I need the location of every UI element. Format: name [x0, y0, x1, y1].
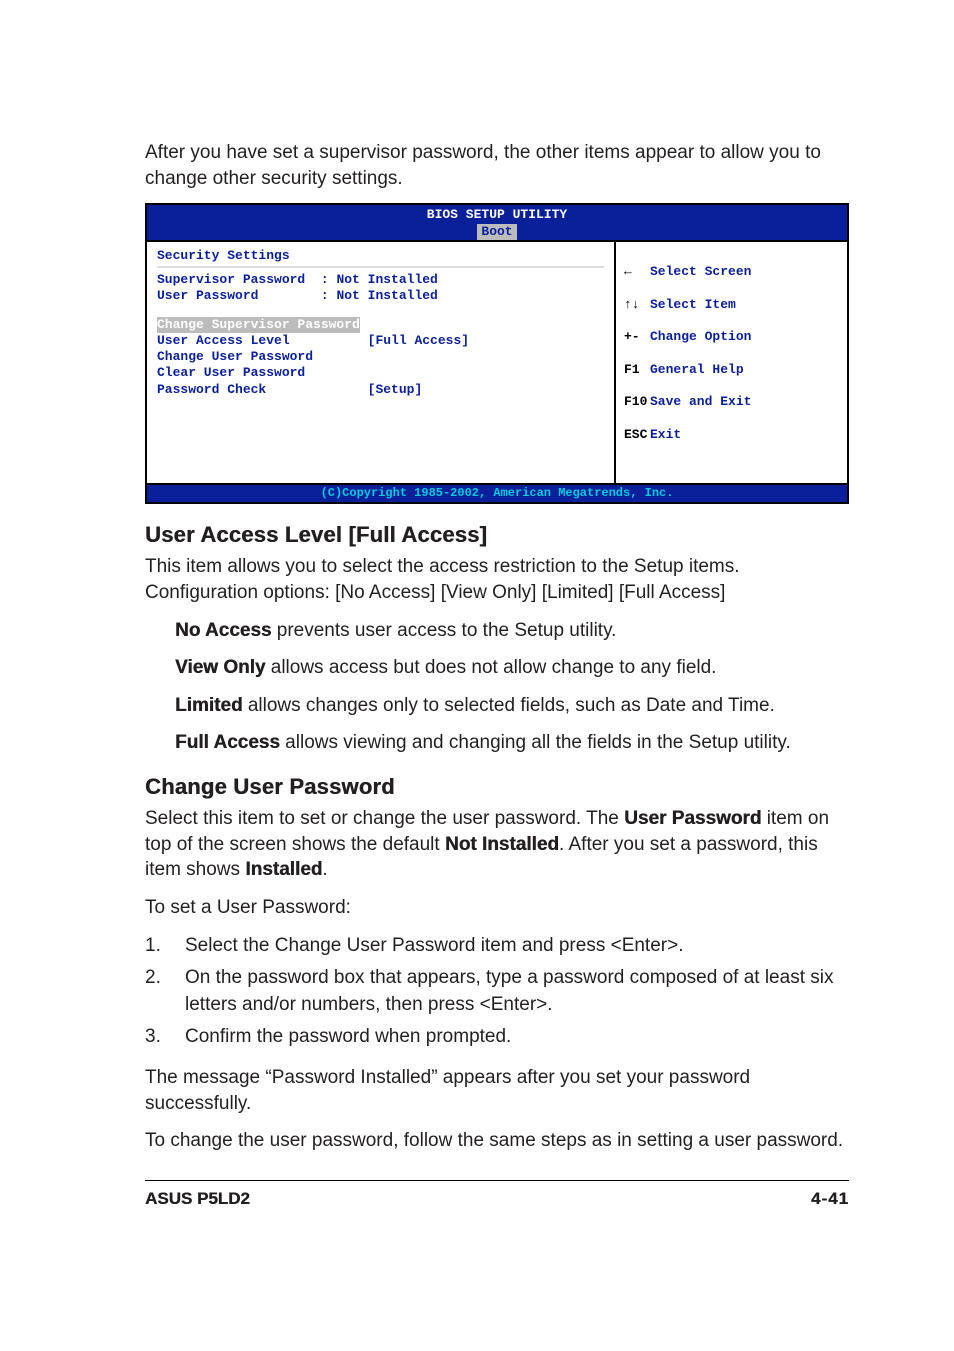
cup-p4: To change the user password, follow the … [145, 1128, 849, 1154]
help-save-exit: F10Save and Exit [624, 394, 839, 410]
steps-list: 1.Select the Change User Password item a… [145, 933, 849, 1051]
cup-heading: Change User Password [145, 774, 849, 800]
plusminus-icon: +- [624, 329, 650, 345]
esc-key: ESC [624, 427, 650, 443]
step-1: 1.Select the Change User Password item a… [145, 933, 849, 960]
help-select-item: ↑↓Select Item [624, 297, 839, 313]
bios-title-bar: BIOS SETUP UTILITY Boot [147, 205, 847, 242]
not-installed-bold: Not Installed [445, 834, 559, 855]
help-lines: ←Select Screen ↑↓Select Item +-Change Op… [624, 248, 839, 476]
ual-full-access: Full Access allows viewing and changing … [175, 730, 849, 756]
supervisor-password-row: Supervisor Password : Not Installed [157, 272, 604, 288]
step-3: 3.Confirm the password when prompted. [145, 1024, 849, 1051]
footer-page-number: 4-41 [811, 1189, 849, 1209]
bios-title: BIOS SETUP UTILITY [147, 207, 847, 223]
footer-product: ASUS P5LD2 [145, 1189, 250, 1209]
password-check-item[interactable]: Password Check [Setup] [157, 382, 604, 398]
no-access-label: No Access [175, 620, 271, 641]
change-supervisor-password-item[interactable]: Change Supervisor Password [157, 317, 604, 333]
view-only-label: View Only [175, 657, 265, 678]
bios-footer: (C)Copyright 1985-2002, American Megatre… [147, 483, 847, 502]
divider [157, 266, 604, 268]
page-footer: ASUS P5LD2 4-41 [145, 1180, 849, 1209]
help-change-option: +-Change Option [624, 329, 839, 345]
f10-key: F10 [624, 394, 650, 410]
bios-body: Security Settings Supervisor Password : … [147, 242, 847, 484]
help-select-screen: ←Select Screen [624, 264, 839, 280]
page-content: After you have set a supervisor password… [0, 0, 954, 1249]
step-2: 2.On the password box that appears, type… [145, 965, 849, 1018]
clear-user-password-item[interactable]: Clear User Password [157, 365, 604, 381]
ual-limited: Limited allows changes only to selected … [175, 693, 849, 719]
bios-screenshot: BIOS SETUP UTILITY Boot Security Setting… [145, 203, 849, 504]
change-user-password-item[interactable]: Change User Password [157, 349, 604, 365]
help-exit: ESCExit [624, 427, 839, 443]
ual-desc: This item allows you to select the acces… [145, 554, 849, 605]
ual-heading: User Access Level [Full Access] [145, 522, 849, 548]
bios-tab-boot: Boot [477, 224, 516, 240]
arrow-updown-icon: ↑↓ [624, 297, 650, 313]
ual-view-only: View Only allows access but does not all… [175, 655, 849, 681]
user-access-level-item[interactable]: User Access Level [Full Access] [157, 333, 604, 349]
installed-bold: Installed [245, 859, 322, 880]
user-password-row: User Password : Not Installed [157, 288, 604, 304]
ual-no-access: No Access prevents user access to the Se… [175, 618, 849, 644]
bios-left-pane: Security Settings Supervisor Password : … [147, 242, 616, 484]
limited-label: Limited [175, 695, 243, 716]
cup-p1: Select this item to set or change the us… [145, 806, 849, 883]
security-settings-title: Security Settings [157, 248, 604, 264]
arrow-left-icon: ← [624, 264, 650, 280]
full-access-label: Full Access [175, 732, 280, 753]
cup-p2: To set a User Password: [145, 895, 849, 921]
help-general-help: F1General Help [624, 362, 839, 378]
intro-text: After you have set a supervisor password… [145, 140, 849, 191]
bios-help-pane: ←Select Screen ↑↓Select Item +-Change Op… [616, 242, 847, 484]
user-password-bold: User Password [624, 808, 761, 829]
cup-p3: The message “Password Installed” appears… [145, 1065, 849, 1116]
f1-key: F1 [624, 362, 650, 378]
